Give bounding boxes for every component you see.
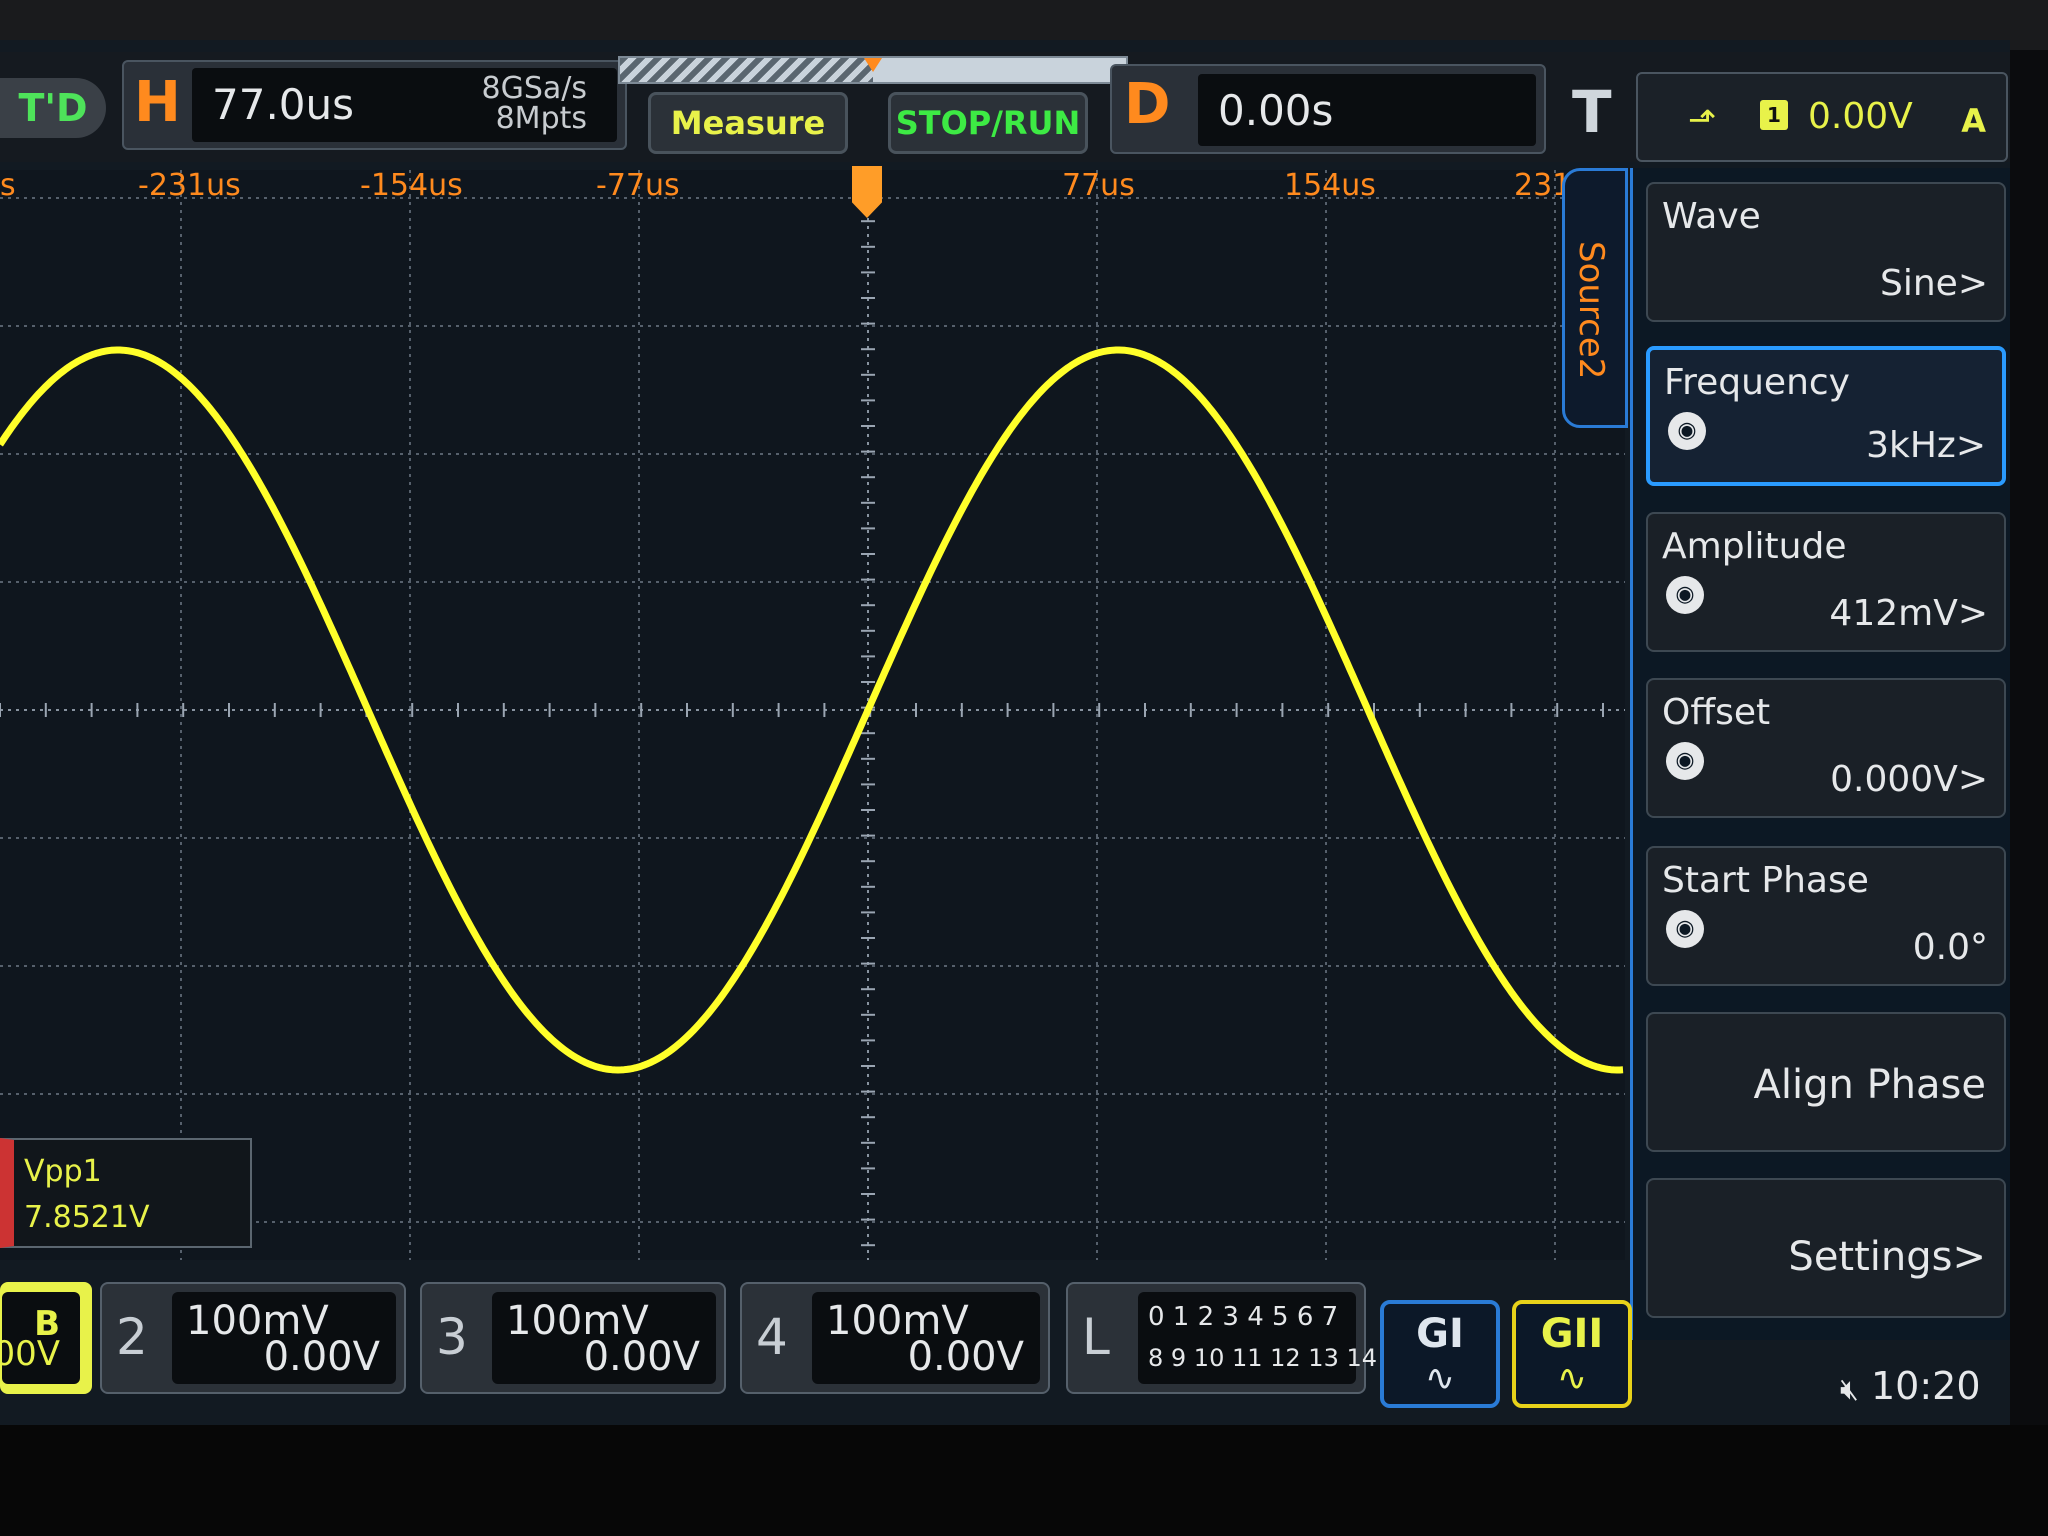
channel-4-offset: 0.00V <box>907 1334 1024 1380</box>
clock-time: 10:20 <box>1871 1364 1981 1408</box>
sine-icon: ∿ <box>1424 1358 1456 1399</box>
knob-icon: ◉ <box>1666 576 1704 614</box>
channel-3-inner: 100mV 0.00V <box>492 1292 716 1384</box>
menu-wave[interactable]: Wave Sine> <box>1646 182 2006 322</box>
knob-icon: ◉ <box>1666 910 1704 948</box>
vpp-measurement[interactable]: Vpp1 7.8521V <box>0 1138 252 1248</box>
source-tab-label: Source2 <box>1571 241 1611 380</box>
rising-edge-icon: ⬏ <box>1688 100 1717 140</box>
channel-1-inner: B .00V <box>0 1292 80 1384</box>
trigger-source: 1 <box>1760 100 1788 130</box>
measurement-name: Vpp1 <box>24 1154 102 1189</box>
amplitude-value: 412mV> <box>1829 593 1988 634</box>
amplitude-label: Amplitude <box>1662 526 1847 567</box>
sample-rate-info: 8GSa/s 8Mpts <box>482 74 588 134</box>
offset-label: Offset <box>1662 692 1771 733</box>
logic-inner: 0 1 2 3 4 5 6 7 8 9 10 11 12 13 14 15 <box>1138 1292 1415 1384</box>
delay-letter: D <box>1124 72 1171 137</box>
menu-frequency[interactable]: Frequency ◉ 3kHz> <box>1646 346 2006 486</box>
trigger-mode: A <box>1961 102 1986 140</box>
start-phase-label: Start Phase <box>1662 860 1869 901</box>
menu-offset[interactable]: Offset ◉ 0.000V> <box>1646 678 2006 818</box>
time-label: -154us <box>360 168 463 203</box>
align-phase-label: Align Phase <box>1753 1062 1986 1108</box>
horizontal-panel[interactable]: H 77.0us 8GSa/s 8Mpts <box>122 60 627 150</box>
logic-label: L <box>1082 1308 1110 1366</box>
channel-2-offset: 0.00V <box>263 1334 380 1380</box>
menu-start-phase[interactable]: Start Phase ◉ 0.0° <box>1646 846 2006 986</box>
frequency-label: Frequency <box>1664 362 1850 403</box>
logic-channel-box[interactable]: L 0 1 2 3 4 5 6 7 8 9 10 11 12 13 14 15 <box>1066 1282 1415 1394</box>
generator-1-button[interactable]: GI ∿ <box>1380 1300 1500 1408</box>
sine-icon: ∿ <box>1556 1358 1588 1399</box>
menu-align-phase[interactable]: Align Phase <box>1646 1012 2006 1152</box>
settings-label: Settings> <box>1788 1234 1986 1280</box>
knob-icon: ◉ <box>1666 742 1704 780</box>
delay-inner: 0.00s <box>1198 74 1536 146</box>
stop-run-button[interactable]: STOP/RUN <box>888 92 1088 154</box>
delay-value: 0.00s <box>1218 86 1334 135</box>
channel-3-offset: 0.00V <box>583 1334 700 1380</box>
channel-4-box[interactable]: 4 100mV 0.00V <box>740 1282 1050 1394</box>
generator-2-button[interactable]: GII ∿ <box>1512 1300 1632 1408</box>
time-label: -77us <box>596 168 680 203</box>
channel-2-inner: 100mV 0.00V <box>172 1292 396 1384</box>
time-base-value: 77.0us <box>212 80 355 129</box>
wave-label: Wave <box>1662 196 1761 237</box>
trigger-panel[interactable]: ⬏ 1 0.00V A <box>1636 72 2008 162</box>
trigger-level: 0.00V <box>1808 96 1913 137</box>
frequency-value: 3kHz> <box>1866 425 1986 466</box>
delay-panel[interactable]: D 0.00s <box>1110 64 1546 154</box>
graticule[interactable] <box>0 169 1625 1260</box>
sample-rate: 8GSa/s <box>481 71 588 106</box>
logic-bits-row1: 0 1 2 3 4 5 6 7 <box>1148 1302 1339 1332</box>
memory-depth: 8Mpts <box>495 101 587 136</box>
channel-3-box[interactable]: 3 100mV 0.00V <box>420 1282 726 1394</box>
time-label-partial: s <box>0 168 16 203</box>
logic-bits-row2: 8 9 10 11 12 13 14 15 <box>1148 1344 1416 1372</box>
memory-window-marker <box>864 58 882 72</box>
time-label: 77us <box>1062 168 1135 203</box>
generator-2-label: GII <box>1540 1311 1604 1357</box>
channel-1-box[interactable]: B .00V <box>0 1282 92 1394</box>
channel-4-number: 4 <box>756 1308 788 1366</box>
trigger-letter: T <box>1572 78 1612 146</box>
channel-2-box[interactable]: 2 100mV 0.00V <box>100 1282 406 1394</box>
menu-settings[interactable]: Settings> <box>1646 1178 2006 1318</box>
horizontal-letter: H <box>134 70 181 135</box>
start-phase-value: 0.0° <box>1912 927 1988 968</box>
source2-tab[interactable]: Source2 <box>1562 168 1628 428</box>
speaker-muted-icon[interactable]: 🔇︎ <box>1840 1372 1859 1407</box>
offset-value: 0.000V> <box>1830 759 1988 800</box>
channel-3-number: 3 <box>436 1308 468 1366</box>
menu-amplitude[interactable]: Amplitude ◉ 412mV> <box>1646 512 2006 652</box>
time-label: 154us <box>1284 168 1376 203</box>
channel-4-inner: 100mV 0.00V <box>812 1292 1040 1384</box>
horizontal-inner: 77.0us 8GSa/s 8Mpts <box>192 68 617 142</box>
channel-2-number: 2 <box>116 1308 148 1366</box>
measurement-value: 7.8521V <box>24 1200 150 1235</box>
generator-1-label: GI <box>1416 1311 1464 1357</box>
memory-window-fill <box>620 58 873 82</box>
knob-icon: ◉ <box>1668 412 1706 450</box>
channel-1-waveform <box>0 346 1624 1074</box>
waveform-plot <box>0 169 1625 1260</box>
memory-window-bar <box>618 56 1128 84</box>
measure-button[interactable]: Measure <box>648 92 848 154</box>
channel-1-offset: .00V <box>0 1334 60 1374</box>
bezel-bottom <box>0 1425 2048 1536</box>
td-badge[interactable]: T'D <box>0 78 106 138</box>
status-clock: 🔇︎ 10:20 <box>1840 1364 1981 1408</box>
wave-value: Sine> <box>1880 263 1988 304</box>
time-label: -231us <box>138 168 241 203</box>
